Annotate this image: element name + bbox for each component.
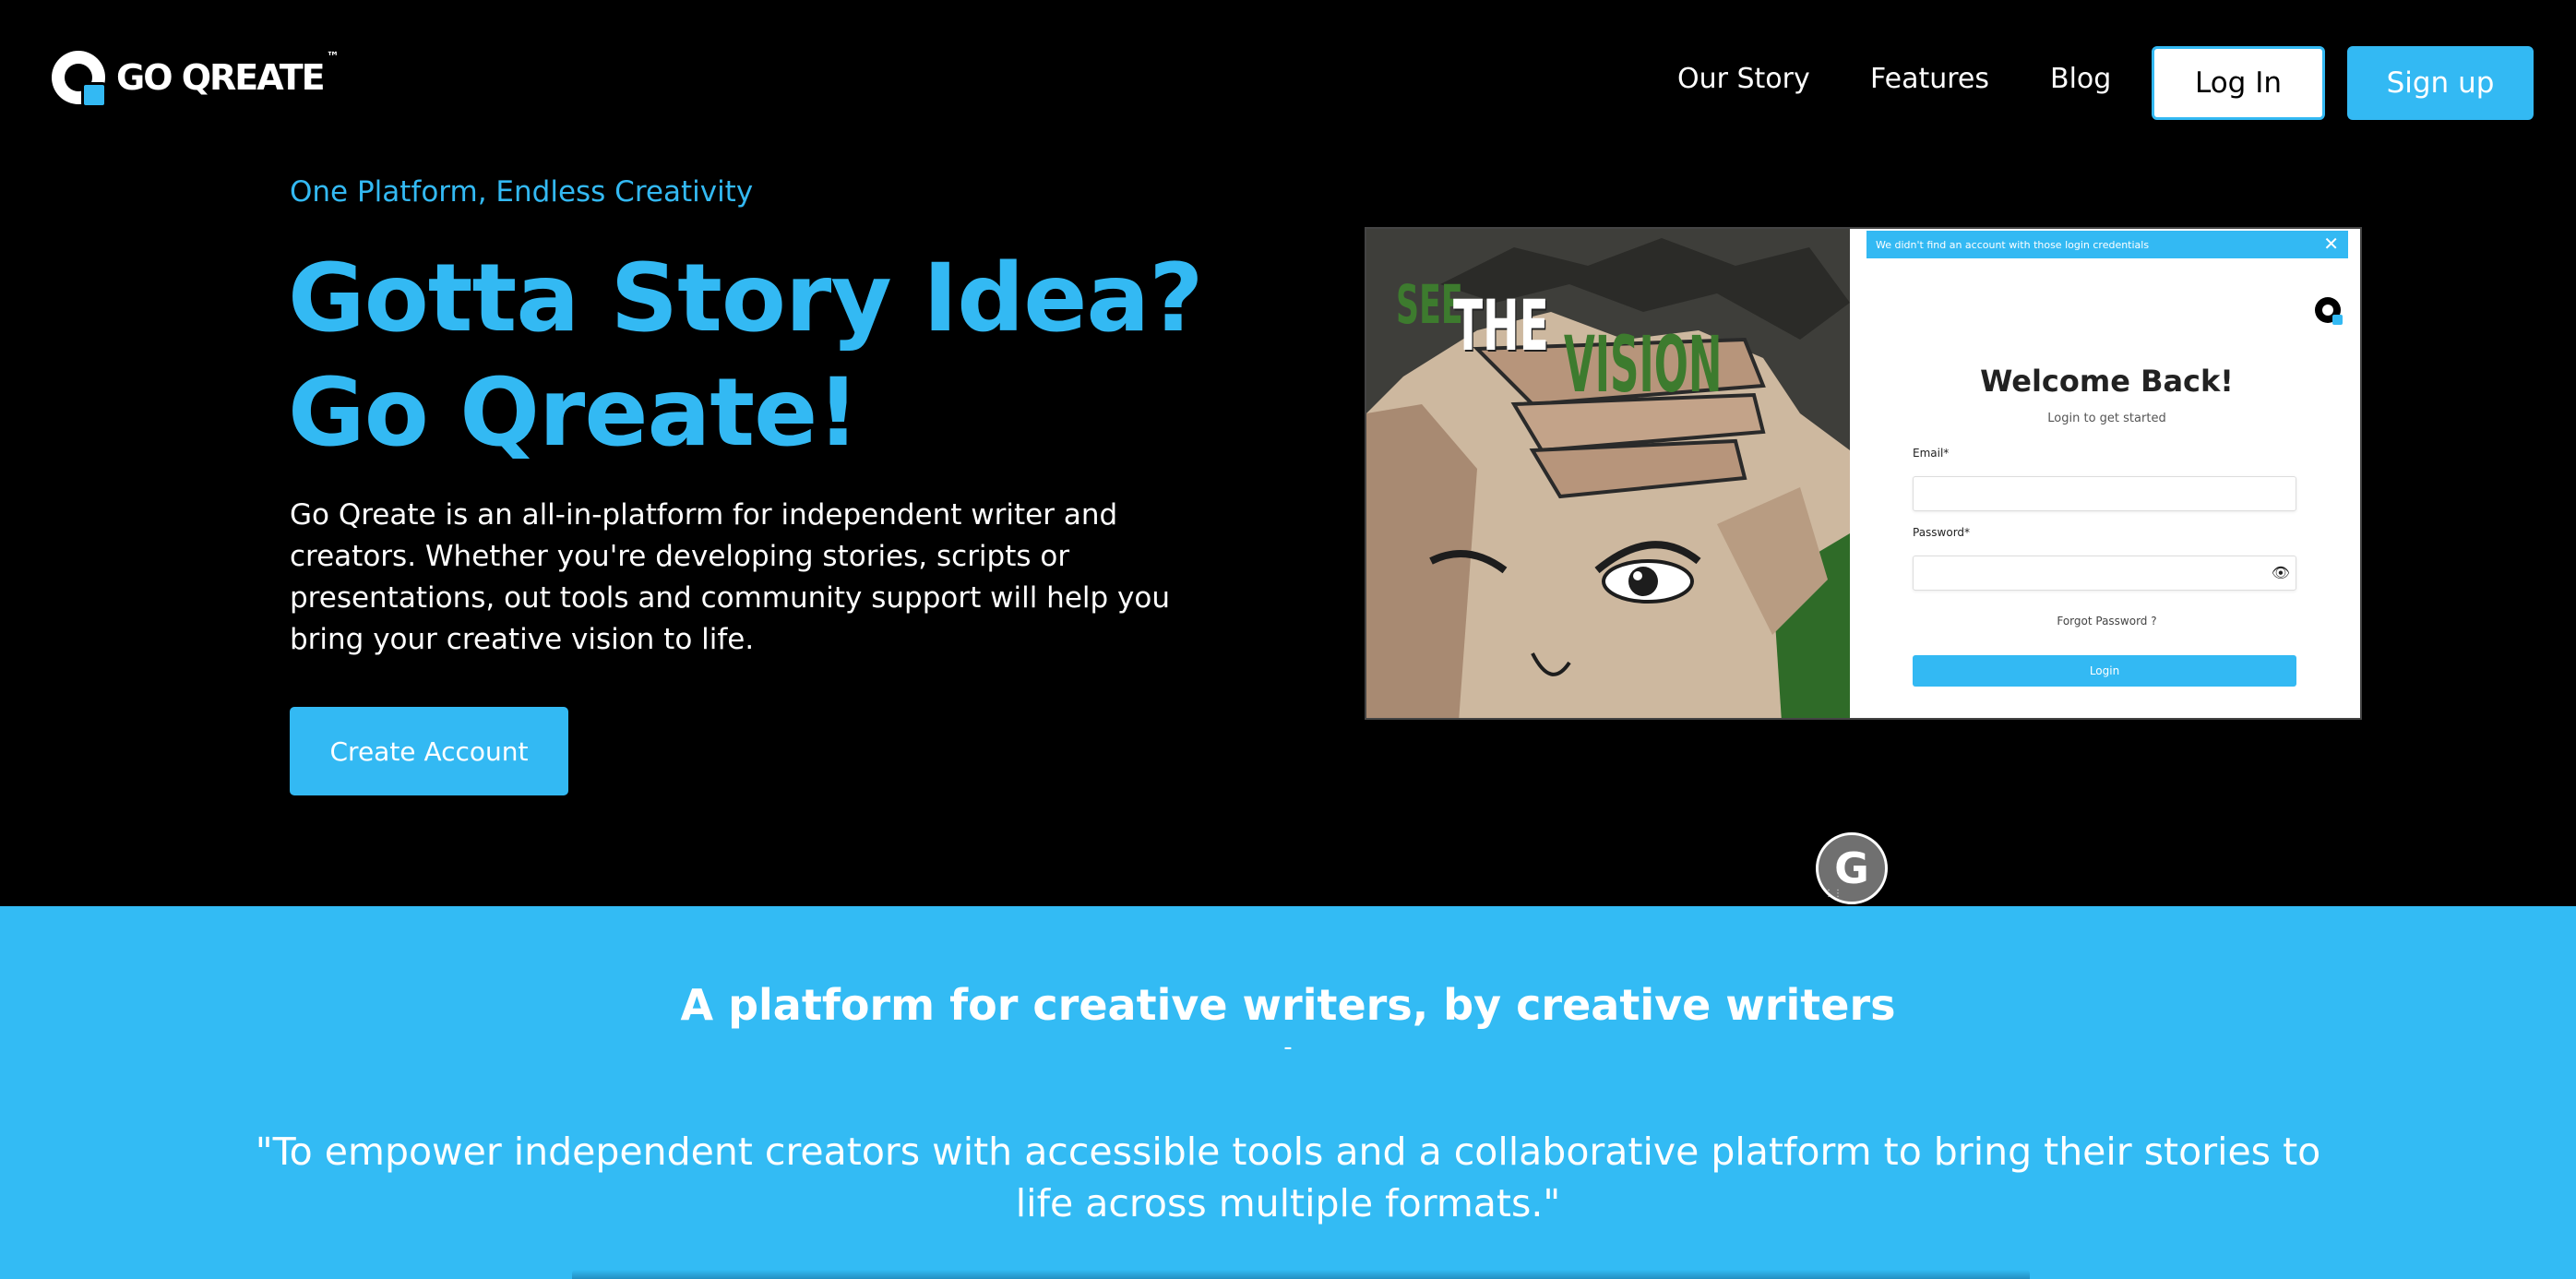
- password-label: Password*: [1913, 526, 1971, 539]
- mission-quote: "To empower independent creators with ac…: [255, 1130, 2321, 1225]
- nav-link-features[interactable]: Features: [1870, 63, 1989, 95]
- art-word-the: THE: [1453, 284, 1549, 366]
- brand-logo[interactable]: GO QREATE ™: [52, 50, 340, 108]
- error-alert-text: We didn't find an account with those log…: [1876, 238, 2150, 251]
- hero-headline-line-1: Gotta Story Idea?: [288, 244, 1203, 353]
- hero-eyebrow: One Platform, Endless Creativity: [290, 175, 754, 209]
- login-form-preview: We didn't find an account with those log…: [1850, 229, 2360, 718]
- grammar-assistant-widget[interactable]: G ⋮⋮: [1816, 832, 1888, 904]
- hero-description: Go Qreate is an all-in-platform for inde…: [290, 498, 1170, 656]
- comic-illustration: SEE THE VISION: [1366, 229, 1850, 718]
- mission-title: A platform for creative writers, by crea…: [680, 980, 1896, 1030]
- mini-logo-icon: [2315, 297, 2343, 325]
- mission-section: A platform for creative writers, by crea…: [0, 906, 2576, 1279]
- drag-handle-icon[interactable]: ⋮⋮: [1824, 890, 1843, 899]
- g-icon: G: [1834, 843, 1869, 893]
- email-label: Email*: [1913, 447, 1950, 460]
- forgot-password-link-preview: Forgot Password ?: [2057, 615, 2157, 628]
- next-section-edge: [572, 1270, 2030, 1279]
- hero-headline-line-2: Go Qreate!: [288, 358, 860, 468]
- email-field-preview: [1913, 476, 2296, 511]
- error-alert: We didn't find an account with those log…: [1866, 231, 2348, 258]
- password-field-preview: 👁: [1913, 556, 2296, 591]
- hero-screenshot: SEE THE VISION We didn't find an account…: [1365, 227, 2362, 720]
- nav-link-blog[interactable]: Blog: [2050, 63, 2111, 95]
- logo-icon: [52, 51, 107, 108]
- close-icon: ✕: [2323, 233, 2339, 255]
- brand-name: GO QREATE: [116, 57, 326, 98]
- trademark: ™: [326, 50, 340, 65]
- top-nav: GO QREATE ™ Our Story Features Blog Log I…: [0, 0, 2576, 168]
- welcome-title: Welcome Back!: [1980, 364, 2234, 399]
- create-account-button[interactable]: Create Account: [290, 707, 568, 795]
- hero-headline: Gotta Story Idea? Go Qreate!: [288, 242, 1203, 471]
- welcome-subtitle: Login to get started: [2047, 412, 2166, 425]
- login-button-preview: Login: [1913, 655, 2296, 687]
- mission-divider: -: [1283, 1034, 1293, 1061]
- eye-icon: 👁: [2271, 564, 2290, 581]
- nav-link-our-story[interactable]: Our Story: [1677, 63, 1810, 95]
- art-word-vision: VISION: [1564, 319, 1723, 410]
- signup-button[interactable]: Sign up: [2347, 46, 2534, 120]
- login-button[interactable]: Log In: [2152, 46, 2325, 120]
